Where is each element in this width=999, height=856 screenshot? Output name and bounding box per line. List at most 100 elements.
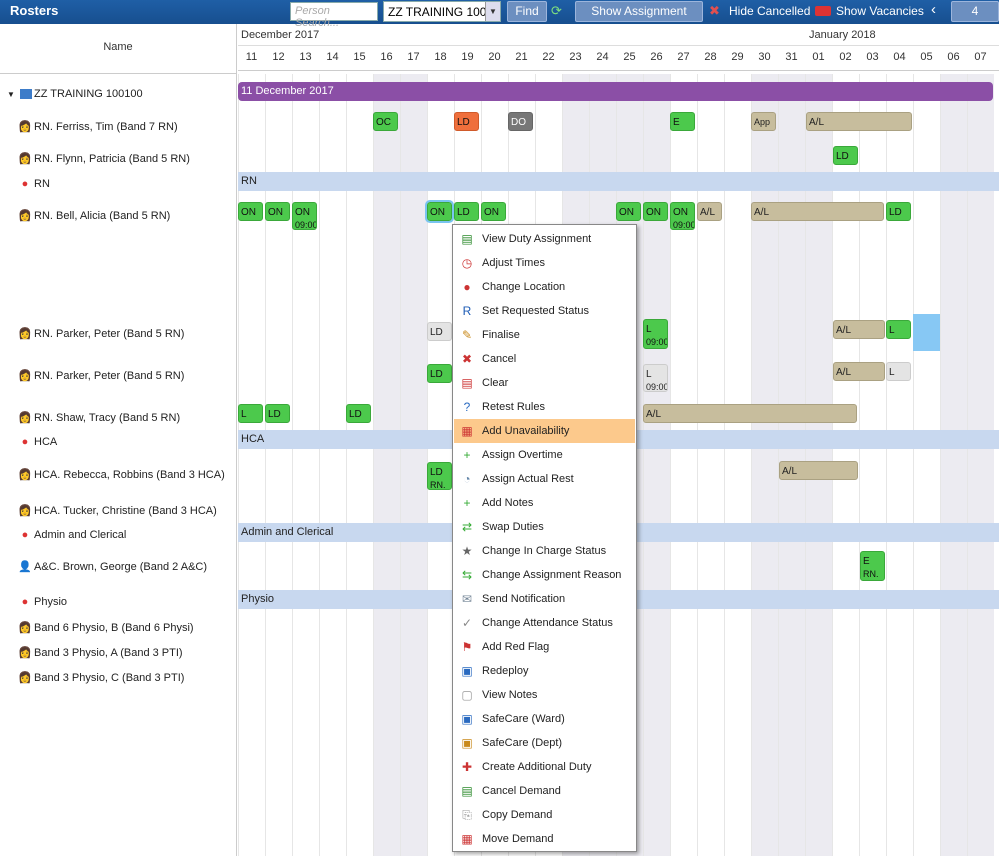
day-column (346, 74, 373, 856)
unit-row[interactable]: ▼ ZZ TRAINING 100100 (4, 88, 241, 100)
shift-block[interactable]: LD (833, 146, 858, 165)
shift-block[interactable]: LD (886, 202, 911, 221)
chevron-down-icon[interactable]: ▼ (485, 2, 500, 21)
menu-item-change-location[interactable]: ● Change Location (454, 275, 635, 299)
menu-item-assign-overtime[interactable]: + Assign Overtime (454, 443, 635, 467)
shift-block[interactable]: ON (616, 202, 641, 221)
shift-block[interactable]: A/L (806, 112, 912, 131)
menu-item-create-additional-duty[interactable]: ✚ Create Additional Duty (454, 755, 635, 779)
menu-item-change-assignment-reason[interactable]: ⇆ Change Assignment Reason (454, 563, 635, 587)
group-icon: ● (21, 529, 29, 541)
group-row[interactable]: ● Admin and Clerical (18, 529, 255, 541)
shift-block[interactable]: ON 09:00 (670, 202, 695, 230)
refresh-icon[interactable]: ⟳ (551, 3, 562, 19)
hide-cancelled-toggle[interactable]: Hide Cancelled (729, 4, 810, 18)
menu-item-view-notes[interactable]: ▢ View Notes (454, 683, 635, 707)
menu-item-safecare-dept[interactable]: ▣ SafeCare (Dept) (454, 731, 635, 755)
day-label: 26 (650, 51, 663, 63)
shift-block[interactable]: LD (427, 364, 452, 383)
menu-item-send-notification[interactable]: ✉ Send Notification (454, 587, 635, 611)
shift-block[interactable]: App (751, 112, 776, 131)
shift-block-selected[interactable]: ON (425, 200, 454, 223)
person-row[interactable]: 👩 RN. Parker, Peter (Band 5 RN) (18, 327, 255, 340)
person-row[interactable]: 👩 RN. Bell, Alicia (Band 5 RN) (18, 209, 255, 222)
shift-block[interactable]: L 09:00 (643, 364, 668, 392)
shift-block[interactable]: A/L (697, 202, 722, 221)
menu-item-label: Move Demand (482, 833, 554, 845)
menu-item-set-requested-status[interactable]: R Set Requested Status (454, 299, 635, 323)
shift-block[interactable]: ON 09:00 (292, 202, 317, 230)
nurse-icon: 👩 (18, 121, 32, 133)
shift-block[interactable]: E RN. (860, 551, 885, 581)
shift-block[interactable]: L (886, 362, 911, 381)
show-assignment-count-button[interactable]: Show Assignment Count (575, 1, 703, 37)
person-row[interactable]: 👩 Band 3 Physio, C (Band 3 PTI) (18, 671, 255, 684)
menu-item-add-notes[interactable]: + Add Notes (454, 491, 635, 515)
show-vacancies-toggle[interactable]: Show Vacancies (836, 4, 924, 18)
menu-item-assign-actual-rest[interactable]: ◔ Assign Actual Rest (454, 467, 635, 491)
shift-block[interactable]: LD (265, 404, 290, 423)
shift-block[interactable]: ON (643, 202, 668, 221)
shift-block[interactable]: OC (373, 112, 398, 131)
person-row[interactable]: 👩 RN. Parker, Peter (Band 5 RN) (18, 369, 255, 382)
shift-block[interactable]: ON (238, 202, 263, 221)
chevron-left-icon[interactable]: ‹ (931, 1, 936, 18)
shift-block[interactable]: LD (454, 112, 479, 131)
shift-block[interactable]: LD (346, 404, 371, 423)
menu-item-change-attendance-status[interactable]: ✓ Change Attendance Status (454, 611, 635, 635)
day-label: 16 (380, 51, 393, 63)
shift-block[interactable]: L (886, 320, 911, 339)
group-row[interactable]: ● HCA (18, 436, 255, 448)
shift-block[interactable]: E (670, 112, 695, 131)
find-button[interactable]: Find (507, 1, 547, 22)
menu-item-safecare-ward[interactable]: ▣ SafeCare (Ward) (454, 707, 635, 731)
menu-item-finalise[interactable]: ✎ Finalise (454, 323, 635, 347)
menu-item-copy-demand[interactable]: ⎘ Copy Demand (454, 803, 635, 827)
person-row[interactable]: 👩 Band 6 Physio, B (Band 6 Physi) (18, 621, 255, 634)
menu-item-retest-rules[interactable]: ? Retest Rules (454, 395, 635, 419)
group-row[interactable]: ● Physio (18, 596, 255, 608)
shift-block[interactable]: ON (481, 202, 506, 221)
person-row[interactable]: 👩 RN. Shaw, Tracy (Band 5 RN) (18, 411, 255, 424)
menu-item-change-in-charge-status[interactable]: ★ Change In Charge Status (454, 539, 635, 563)
menu-item-adjust-times[interactable]: ◷ Adjust Times (454, 251, 635, 275)
shift-block[interactable]: ON (265, 202, 290, 221)
menu-item-clear[interactable]: ▤ Clear (454, 371, 635, 395)
shift-block[interactable]: L 09:00 (643, 319, 668, 349)
in-charge-icon: ★ (461, 544, 473, 558)
selected-cell[interactable] (913, 314, 940, 351)
shift-block[interactable]: A/L (751, 202, 884, 221)
shift-block[interactable]: A/L (779, 461, 858, 480)
menu-item-cancel-demand[interactable]: ▤ Cancel Demand (454, 779, 635, 803)
weeks-button[interactable]: 4 Weeks (951, 1, 999, 37)
shift-block[interactable]: L (238, 404, 263, 423)
person-row[interactable]: 👩 HCA. Tucker, Christine (Band 3 HCA) (18, 504, 255, 517)
shift-block[interactable]: A/L (833, 362, 885, 381)
menu-item-view-duty-assignment[interactable]: ▤ View Duty Assignment (454, 227, 635, 251)
shift-block[interactable]: LD RN. (427, 462, 452, 490)
collapse-icon[interactable]: ▼ (4, 90, 18, 99)
person-row[interactable]: 👩 Band 3 Physio, A (Band 3 PTI) (18, 646, 255, 659)
person-row[interactable]: 👩 RN. Flynn, Patricia (Band 5 RN) (18, 152, 255, 165)
person-search-input[interactable]: Person Search... (290, 2, 378, 29)
shift-block[interactable]: LD (427, 322, 452, 341)
shift-block[interactable]: A/L (833, 320, 885, 339)
menu-item-add-red-flag[interactable]: ⚑ Add Red Flag (454, 635, 635, 659)
person-row[interactable]: 👩 HCA. Rebecca, Robbins (Band 3 HCA) (18, 468, 255, 481)
menu-item-swap-duties[interactable]: ⇄ Swap Duties (454, 515, 635, 539)
menu-item-move-demand[interactable]: ▦ Move Demand (454, 827, 635, 851)
unit-date-banner: 11 December 2017 (238, 82, 993, 101)
shift-block[interactable]: DO (508, 112, 533, 131)
menu-item-cancel[interactable]: ✖ Cancel (454, 347, 635, 371)
day-column (913, 74, 940, 856)
person-row[interactable]: 👤 A&C. Brown, George (Band 2 A&C) (18, 560, 255, 573)
shift-block[interactable]: A/L (643, 404, 857, 423)
menu-item-redeploy[interactable]: ▣ Redeploy (454, 659, 635, 683)
day-column (886, 74, 913, 856)
person-icon: 👤 (18, 561, 32, 573)
group-row[interactable]: ● RN (18, 178, 255, 190)
unit-select[interactable]: ZZ TRAINING 10010 ▼ (383, 1, 501, 22)
shift-block[interactable]: LD (454, 202, 479, 221)
person-row[interactable]: 👩 RN. Ferriss, Tim (Band 7 RN) (18, 120, 255, 133)
menu-item-add-unavailability[interactable]: ▦ Add Unavailability (454, 419, 635, 443)
